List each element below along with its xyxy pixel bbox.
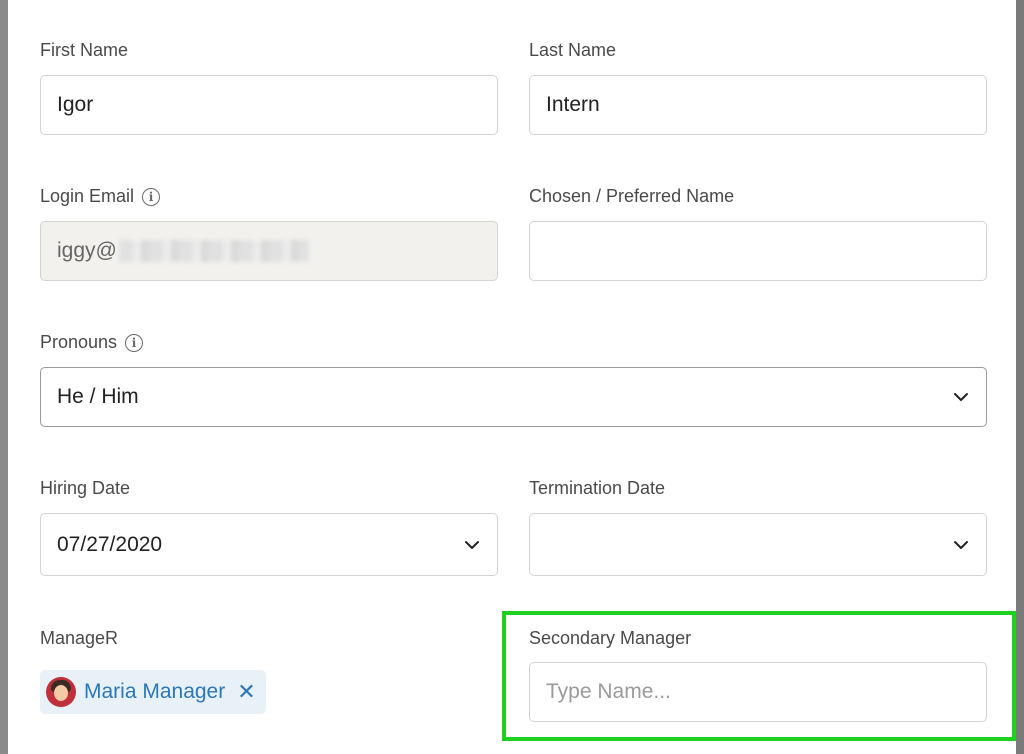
first-name-field[interactable] — [40, 75, 498, 135]
info-icon[interactable]: i — [125, 333, 144, 352]
first-name-input[interactable] — [57, 93, 481, 117]
hiring-date-value: 07/27/2020 — [57, 532, 163, 556]
pronouns-label: Pronouns i — [40, 332, 144, 353]
last-name-input[interactable] — [546, 93, 970, 117]
highlight-box — [502, 611, 1016, 741]
manager-chip-name: Maria Manager — [84, 680, 226, 703]
chevron-down-icon — [954, 540, 968, 549]
login-email-label: Login Email i — [40, 186, 161, 207]
hiring-date-picker[interactable]: 07/27/2020 — [40, 513, 498, 576]
login-email-value: iggy@ — [57, 239, 117, 262]
preferred-name-input[interactable] — [546, 239, 970, 263]
chevron-down-icon — [465, 540, 479, 549]
pronouns-select[interactable]: He / Him — [40, 367, 987, 427]
hiring-date-label: Hiring Date — [40, 478, 131, 498]
close-icon[interactable]: ✕ — [237, 679, 255, 705]
termination-date-picker[interactable] — [529, 513, 987, 576]
first-name-label: First Name — [40, 40, 129, 60]
termination-date-label: Termination Date — [529, 478, 666, 498]
last-name-field[interactable] — [529, 75, 987, 135]
info-icon[interactable]: i — [142, 187, 161, 206]
manager-label: ManageR — [40, 628, 119, 648]
redacted-email-domain — [118, 240, 309, 262]
avatar — [46, 677, 76, 707]
pronouns-value: He / Him — [57, 385, 139, 408]
manager-chip[interactable]: Maria Manager ✕ — [40, 670, 266, 714]
login-email-field: iggy@ — [40, 221, 498, 281]
chevron-down-icon — [954, 393, 968, 401]
preferred-name-label: Chosen / Preferred Name — [529, 186, 735, 206]
preferred-name-field[interactable] — [529, 221, 987, 281]
last-name-label: Last Name — [529, 40, 617, 60]
